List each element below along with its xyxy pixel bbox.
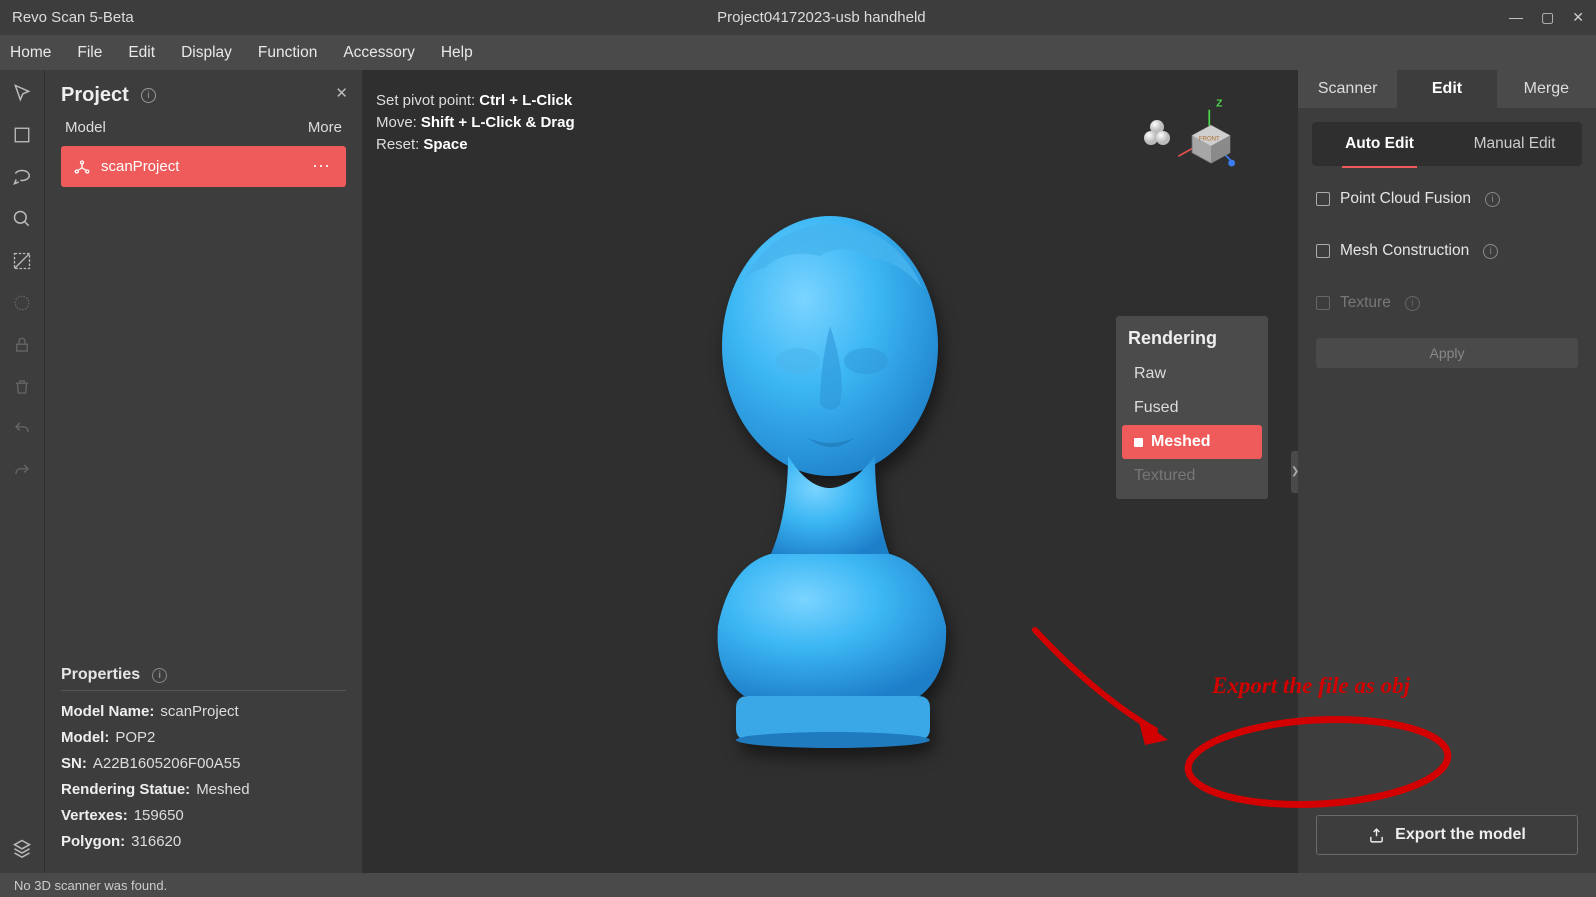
viewport-3d[interactable]: Set pivot point:Ctrl + L-Click Move:Shif… <box>362 70 1298 873</box>
layers-icon[interactable] <box>11 837 33 859</box>
project-panel: ✕ Project i Model More scanProject ⋯ Pro… <box>44 70 362 873</box>
prop-key: Model Name: <box>61 703 154 720</box>
menu-accessory[interactable]: Accessory <box>343 44 415 62</box>
model-icon <box>73 158 91 176</box>
titlebar: Revo Scan 5-Beta Project04172023-usb han… <box>0 0 1596 35</box>
properties-section: Properties i Model Name: scanProject Mode… <box>61 652 346 859</box>
subtab-auto-edit[interactable]: Auto Edit <box>1312 122 1447 166</box>
prop-key: Rendering Statue: <box>61 781 190 798</box>
rectangle-select-icon[interactable] <box>11 124 33 146</box>
panel-collapse-handle[interactable]: ❯ <box>1291 451 1298 493</box>
prop-value: A22B1605206F00A55 <box>93 755 241 772</box>
lock-icon <box>11 334 33 356</box>
annotation-text: Export the file as obj <box>1212 673 1410 699</box>
option-label: Point Cloud Fusion <box>1340 190 1471 208</box>
prop-value: Meshed <box>196 781 249 798</box>
option-point-cloud-fusion[interactable]: Point Cloud Fusion i <box>1298 190 1596 208</box>
model-heading: Model <box>65 119 106 136</box>
option-label: Mesh Construction <box>1340 242 1469 260</box>
subtab-manual-edit[interactable]: Manual Edit <box>1447 122 1582 166</box>
checkbox-icon <box>1316 296 1330 310</box>
prop-key: Polygon: <box>61 833 125 850</box>
export-model-button[interactable]: Export the model <box>1316 815 1578 855</box>
export-icon <box>1368 827 1385 844</box>
menu-home[interactable]: Home <box>10 44 51 62</box>
checkbox-icon[interactable] <box>1316 244 1330 258</box>
option-texture: Texture i <box>1298 294 1596 312</box>
right-panel: Scanner Edit Merge Auto Edit Manual Edit… <box>1298 70 1596 873</box>
rendering-option-fused[interactable]: Fused <box>1122 391 1262 425</box>
menu-function[interactable]: Function <box>258 44 317 62</box>
prop-key: Vertexes: <box>61 807 128 824</box>
prop-key: SN: <box>61 755 87 772</box>
undo-icon <box>11 418 33 440</box>
more-link[interactable]: More <box>308 119 342 136</box>
info-icon[interactable]: i <box>1485 192 1500 207</box>
app-title: Revo Scan 5-Beta <box>12 9 134 26</box>
info-icon[interactable]: i <box>1483 244 1498 259</box>
prop-value: 316620 <box>131 833 181 850</box>
svg-text:FRONT: FRONT <box>1199 137 1220 143</box>
rendering-panel: Rendering Raw Fused Meshed Textured <box>1116 316 1268 499</box>
prop-value: 159650 <box>134 807 184 824</box>
info-icon: i <box>1405 296 1420 311</box>
info-icon[interactable]: i <box>141 88 156 103</box>
menu-file[interactable]: File <box>77 44 102 62</box>
rendering-option-meshed[interactable]: Meshed <box>1122 425 1262 459</box>
model-item-label: scanProject <box>101 158 179 175</box>
option-mesh-construction[interactable]: Mesh Construction i <box>1298 242 1596 260</box>
brush-select-icon[interactable] <box>11 208 33 230</box>
model-list-item[interactable]: scanProject ⋯ <box>61 146 346 187</box>
tab-scanner[interactable]: Scanner <box>1298 70 1397 108</box>
maximize-button[interactable]: ▢ <box>1541 9 1554 26</box>
info-icon[interactable]: i <box>152 668 167 683</box>
lasso-select-icon[interactable] <box>11 166 33 188</box>
export-button-label: Export the model <box>1395 826 1526 844</box>
menu-help[interactable]: Help <box>441 44 473 62</box>
redo-icon <box>11 460 33 482</box>
rendering-title: Rendering <box>1122 326 1262 357</box>
properties-title: Properties <box>61 666 140 684</box>
status-message: No 3D scanner was found. <box>14 878 167 893</box>
prop-key: Model: <box>61 729 109 746</box>
viewport-hints: Set pivot point:Ctrl + L-Click Move:Shif… <box>376 90 575 155</box>
project-title: Project04172023-usb handheld <box>134 9 1509 26</box>
tab-merge[interactable]: Merge <box>1497 70 1596 108</box>
minimize-button[interactable]: — <box>1509 9 1523 26</box>
model-item-menu-icon[interactable]: ⋯ <box>312 156 334 177</box>
menubar: Home File Edit Display Function Accessor… <box>0 35 1596 70</box>
cursor-icon[interactable] <box>11 82 33 104</box>
svg-text:Z: Z <box>1216 98 1222 109</box>
option-label: Texture <box>1340 294 1391 312</box>
left-toolbar <box>0 70 44 873</box>
close-button[interactable]: ✕ <box>1572 9 1584 26</box>
panel-close-icon[interactable]: ✕ <box>335 84 348 102</box>
invert-select-icon[interactable] <box>11 250 33 272</box>
rendering-option-textured: Textured <box>1122 459 1262 493</box>
menu-display[interactable]: Display <box>181 44 232 62</box>
prop-value: scanProject <box>160 703 238 720</box>
delete-icon <box>11 376 33 398</box>
checkbox-icon[interactable] <box>1316 192 1330 206</box>
scan-model-preview <box>670 206 990 786</box>
status-bar: No 3D scanner was found. <box>0 873 1596 897</box>
rendering-option-raw[interactable]: Raw <box>1122 357 1262 391</box>
menu-edit[interactable]: Edit <box>128 44 155 62</box>
project-panel-title: Project <box>61 84 129 107</box>
orientation-gizmo[interactable]: Z FRONT <box>1168 96 1254 182</box>
sphere-tool-icon <box>11 292 33 314</box>
apply-button: Apply <box>1316 338 1578 368</box>
tab-edit[interactable]: Edit <box>1397 70 1496 108</box>
prop-value: POP2 <box>115 729 155 746</box>
